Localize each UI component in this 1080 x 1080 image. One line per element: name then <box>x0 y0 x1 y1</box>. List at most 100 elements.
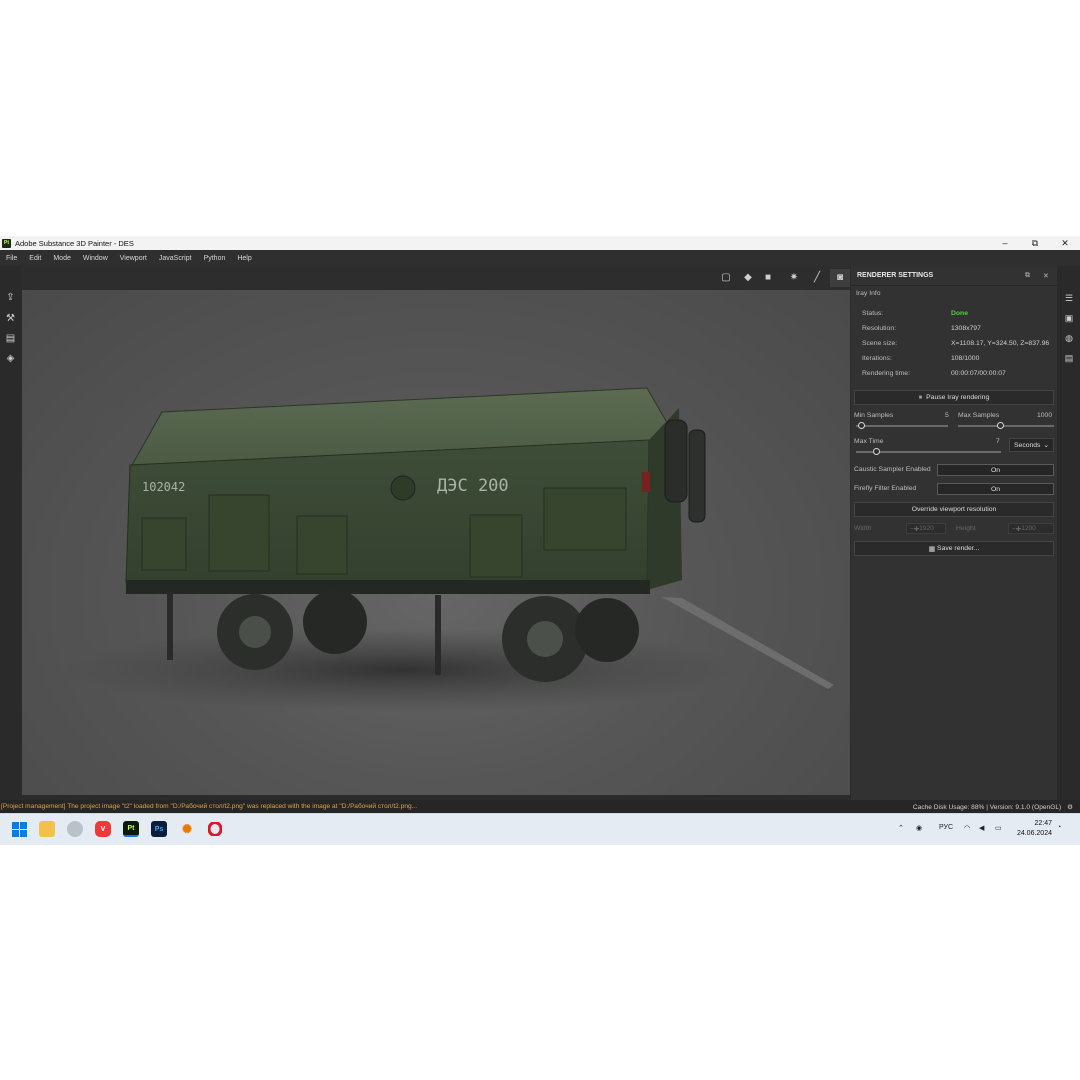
windows-taskbar: V Pt Ps ✺ ⌃ ◉ РУС ◠ ◀ ▭ 22:47 24.06.2024… <box>0 813 1080 845</box>
info-row-scene-size: Scene size: X=1108.17, Y=324.50, Z=837.9… <box>862 339 1050 347</box>
trailer-number: 102042 <box>142 480 185 494</box>
status-value: Done <box>951 309 968 317</box>
max-samples-slider[interactable] <box>958 425 1054 427</box>
info-row-rendering-time: Rendering time: 00:00:07/00:00:07 <box>862 369 1006 377</box>
vivaldi-icon[interactable]: V <box>95 821 111 837</box>
file-explorer-icon[interactable] <box>39 821 55 837</box>
renderer-settings-panel: RENDERER SETTINGS ⧉ ✕ Iray Info Status: … <box>851 266 1057 800</box>
properties-icon[interactable]: ▤ <box>1063 352 1075 364</box>
min-samples-label: Min Samples <box>854 412 894 419</box>
maximize-button[interactable]: ⧉ <box>1020 236 1050 250</box>
menu-help[interactable]: Help <box>231 255 257 262</box>
status-message: [Project management] The project image "… <box>1 803 418 810</box>
app-window: Pt Adobe Substance 3D Painter - DES – ⧉ … <box>0 236 1080 845</box>
close-button[interactable]: ✕ <box>1050 236 1080 250</box>
undock-icon[interactable]: ⧉ <box>1025 272 1030 280</box>
stepper-icon: −✚ <box>910 525 920 533</box>
substance-painter-icon[interactable]: Pt <box>123 821 139 837</box>
menu-viewport[interactable]: Viewport <box>114 255 153 262</box>
min-samples-slider[interactable] <box>856 425 948 427</box>
steam-icon[interactable]: ◉ <box>916 824 922 832</box>
shader-icon[interactable]: ◍ <box>1063 332 1075 344</box>
right-icon-strip: ☰ ▣ ◍ ▤ <box>1057 266 1080 800</box>
width-input[interactable]: −✚ 1920 <box>906 523 946 534</box>
min-samples-value: 5 <box>945 412 949 419</box>
menu-mode[interactable]: Mode <box>47 255 77 262</box>
photoshop-icon[interactable]: Ps <box>151 821 167 837</box>
battery-icon[interactable]: ▭ <box>995 824 1002 832</box>
document-icon[interactable]: ▤ <box>4 333 17 345</box>
max-time-value: 7 <box>996 438 1000 445</box>
stack-icon[interactable]: ◈ <box>4 353 17 365</box>
frame-icon[interactable]: ▢ <box>719 272 733 284</box>
height-label: Height <box>956 525 976 532</box>
pause-icon: ⏸ <box>918 393 923 401</box>
render-camera-icon[interactable]: ◙ <box>830 269 850 287</box>
blender-icon[interactable]: ✺ <box>179 821 195 837</box>
chevron-up-icon[interactable]: ⌃ <box>898 824 904 832</box>
cache-info: Cache Disk Usage: 88% | Version: 9.1.0 (… <box>912 803 1073 811</box>
save-icon: ▦ <box>928 545 936 553</box>
time-unit-select[interactable]: Seconds ⌄ <box>1009 438 1054 452</box>
opera-icon[interactable] <box>207 821 223 837</box>
clock-time: 22:47 <box>1034 820 1052 827</box>
max-samples-value: 1000 <box>1037 412 1053 419</box>
chevron-down-icon: ⌄ <box>1043 442 1049 449</box>
max-time-label: Max Time <box>854 438 884 445</box>
menu-edit[interactable]: Edit <box>23 255 47 262</box>
clock-date: 24.06.2024 <box>1016 830 1052 837</box>
layers-brush-icon[interactable]: ⚒ <box>4 313 17 325</box>
title-bar: Pt Adobe Substance 3D Painter - DES – ⧉ … <box>0 236 1080 250</box>
pause-rendering-button[interactable]: ⏸ Pause Iray rendering <box>854 390 1054 405</box>
section-iray-info: Iray Info <box>856 290 881 297</box>
info-row-resolution: Resolution: 1308x797 <box>862 324 981 332</box>
max-time-knob[interactable] <box>873 448 880 455</box>
menu-python[interactable]: Python <box>198 255 232 262</box>
texture-set-icon[interactable]: ▣ <box>1063 312 1075 324</box>
clock[interactable]: 22:47 24.06.2024 <box>1017 819 1052 839</box>
left-toolbar: ⇪ ⚒ ▤ ◈ <box>0 266 21 800</box>
light-icon[interactable]: ✷ <box>787 272 801 284</box>
trailer-render: 102042 ДЭС 200 <box>62 387 834 712</box>
width-label: Width <box>854 525 872 532</box>
firefly-toggle[interactable]: On <box>937 483 1054 495</box>
notification-bell-icon[interactable]: ◔ <box>1057 824 1061 831</box>
viewport-toolbar: ▢ ◆ ■ ✷ ╱ ◙ <box>21 266 850 290</box>
menu-file[interactable]: File <box>0 255 23 262</box>
export-icon[interactable]: ⇪ <box>4 292 17 304</box>
info-row-iterations: Iterations: 108/1000 <box>862 354 980 362</box>
cube-view-icon[interactable]: ◆ <box>741 272 755 284</box>
3d-viewport[interactable]: 102042 ДЭС 200 <box>22 290 850 795</box>
windows-start-icon[interactable] <box>11 821 27 837</box>
max-samples-label: Max Samples <box>958 412 1000 419</box>
min-samples-knob[interactable] <box>858 422 865 429</box>
caustic-label: Caustic Sampler Enabled <box>854 466 931 473</box>
brush-icon[interactable]: ╱ <box>810 272 824 284</box>
caustic-toggle[interactable]: On <box>937 464 1054 476</box>
status-bar: [Project management] The project image "… <box>0 800 1080 813</box>
painter-app-icon: Pt <box>2 238 11 248</box>
settings-app-icon[interactable] <box>67 821 83 837</box>
info-row-status: Status: Done <box>862 309 968 317</box>
volume-icon[interactable]: ◀ <box>979 824 984 832</box>
panel-header: RENDERER SETTINGS ⧉ ✕ <box>851 266 1057 286</box>
language-indicator[interactable]: РУС <box>939 824 953 831</box>
stepper-icon: −✚ <box>1012 525 1022 533</box>
trailer-label: ДЭС 200 <box>437 476 509 496</box>
menu-window[interactable]: Window <box>77 255 114 262</box>
panel-title: RENDERER SETTINGS <box>857 272 934 279</box>
save-render-button[interactable]: ▦ Save render... <box>854 541 1054 556</box>
height-input[interactable]: −✚ 1200 <box>1008 523 1054 534</box>
window-title: Adobe Substance 3D Painter - DES <box>15 238 134 248</box>
firefly-label: Firefly Filter Enabled <box>854 485 917 492</box>
minimize-button[interactable]: – <box>990 236 1020 250</box>
menu-bar: File Edit Mode Window Viewport JavaScrip… <box>0 250 1080 266</box>
override-resolution-button[interactable]: Override viewport resolution <box>854 502 1054 517</box>
close-panel-icon[interactable]: ✕ <box>1043 272 1049 280</box>
camera-icon[interactable]: ■ <box>761 272 775 284</box>
menu-javascript[interactable]: JavaScript <box>153 255 198 262</box>
wifi-icon[interactable]: ◠ <box>964 824 970 832</box>
layers-panel-icon[interactable]: ☰ <box>1063 292 1075 304</box>
settings-icon[interactable]: ⚙ <box>1067 804 1073 811</box>
max-samples-knob[interactable] <box>997 422 1004 429</box>
